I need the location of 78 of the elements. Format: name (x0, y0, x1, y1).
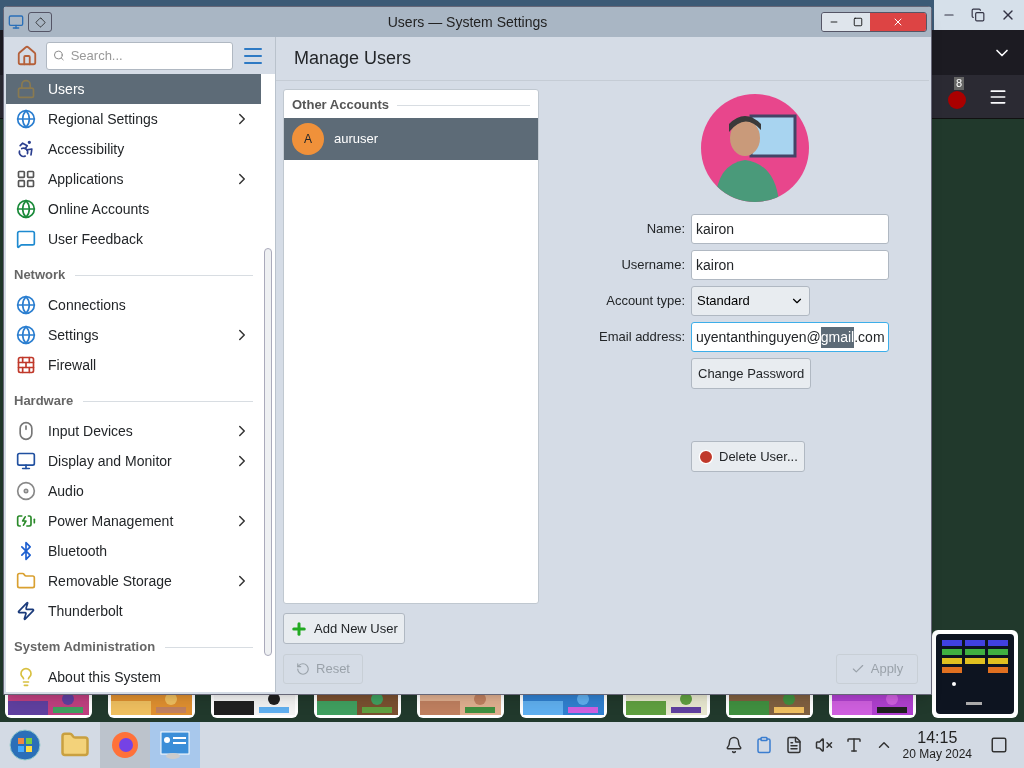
sidebar-item[interactable]: Input Devices (6, 416, 261, 446)
start-orb-icon[interactable] (9, 729, 41, 761)
speech-bubble-icon (16, 229, 36, 249)
account-name: auruser (334, 130, 379, 149)
notification-count: 8 (954, 76, 965, 90)
search-field[interactable]: Search... (46, 41, 233, 70)
globe-icon (16, 295, 36, 315)
firefox-icon[interactable] (110, 730, 140, 760)
sidebar-item[interactable]: Online Accounts (6, 194, 261, 224)
maximize-icon (853, 17, 863, 27)
sidebar-item[interactable]: Display and Monitor (6, 446, 261, 476)
mouse-icon (16, 421, 36, 441)
reset-icon (296, 662, 310, 676)
restore-icon[interactable] (971, 8, 985, 22)
sidebar-item[interactable]: User Feedback (6, 224, 261, 254)
delete-user-button[interactable]: Delete User... (691, 441, 805, 472)
clock-time: 14:15 (917, 730, 958, 746)
folder-icon (16, 571, 36, 591)
accessibility-icon (16, 139, 36, 159)
lightning-icon (16, 601, 36, 621)
sidebar-item[interactable]: Applications (6, 164, 261, 194)
add-user-button[interactable]: Add New User (283, 613, 405, 644)
field-label: Email address: (598, 328, 685, 347)
checkmark-icon (850, 662, 865, 676)
close-icon (892, 16, 904, 28)
bell-icon[interactable] (724, 736, 743, 754)
field-label: Account type: (605, 292, 685, 311)
account-item[interactable]: A auruser (284, 118, 538, 160)
sidebar-item[interactable]: Power Management (6, 506, 261, 536)
scrollbar[interactable] (264, 248, 272, 656)
field-label: Username: (620, 256, 685, 275)
search-input[interactable]: Search... (70, 45, 226, 66)
plus-icon (290, 619, 308, 638)
sidebar-item[interactable]: Bluetooth (6, 536, 261, 566)
clipboard-icon[interactable] (754, 736, 773, 754)
app-icon[interactable] (8, 14, 24, 30)
minimize-button[interactable] (822, 13, 846, 31)
keyboard-layout-icon[interactable] (844, 736, 863, 754)
list-heading: Other Accounts (292, 96, 390, 115)
input-field[interactable]: kairon (691, 250, 889, 280)
globe-icon (16, 109, 36, 129)
clock-date: 20 May 2024 (902, 748, 972, 760)
window-title: Users — System Settings (387, 12, 548, 32)
page-title: Manage Users (294, 47, 412, 70)
sidebar-item[interactable]: About this System (6, 662, 261, 692)
grid-icon (16, 169, 36, 189)
brick-wall-icon (16, 355, 36, 375)
pin-button[interactable] (28, 12, 52, 32)
maximize-button[interactable] (846, 13, 870, 31)
sidebar-item[interactable]: Users (6, 74, 261, 104)
notes-icon[interactable] (784, 736, 803, 754)
section-heading: System Administration (14, 638, 156, 657)
show-desktop-icon[interactable] (990, 736, 1008, 754)
sidebar-item[interactable]: Firewall (6, 350, 261, 380)
settings-icon[interactable] (159, 730, 191, 760)
input-field[interactable]: kairon (691, 214, 889, 244)
sidebar-item[interactable]: Accessibility (6, 134, 261, 164)
section-heading: Hardware (14, 392, 74, 411)
input-field[interactable]: uyentanthinguyen@gmail.com (691, 322, 889, 352)
section-heading: Network (14, 266, 66, 285)
globe-icon (16, 199, 36, 219)
field-label: Name: (645, 220, 685, 239)
sidebar-item[interactable]: Removable Storage (6, 566, 261, 596)
monitor-icon (16, 451, 36, 471)
diamond-icon (33, 15, 47, 29)
account-type-dropdown[interactable]: Standard (691, 286, 810, 316)
sidebar-item[interactable]: Audio (6, 476, 261, 506)
muted-speaker-icon[interactable] (814, 736, 833, 754)
sidebar-item[interactable]: Connections (6, 290, 261, 320)
avatar-initial: A (292, 123, 324, 155)
change-password-button[interactable]: Change Password (691, 358, 812, 389)
sidebar-item[interactable]: Regional Settings (6, 104, 261, 134)
sidebar-item[interactable]: Settings (6, 320, 261, 350)
search-icon (53, 49, 65, 62)
sidebar-item[interactable]: Thunderbolt (6, 596, 261, 626)
globe-icon (16, 325, 36, 345)
padlock-icon (16, 79, 36, 99)
home-icon[interactable] (16, 44, 38, 67)
